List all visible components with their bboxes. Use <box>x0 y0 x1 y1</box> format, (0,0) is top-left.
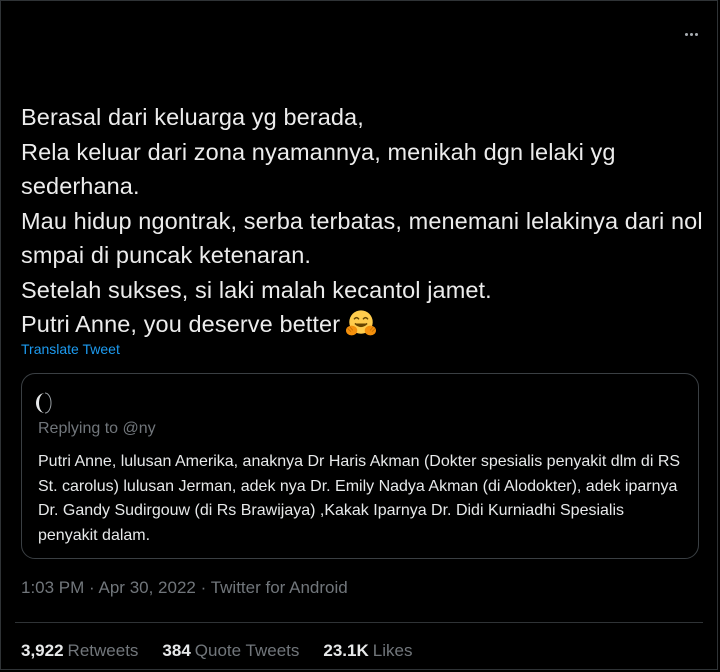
replying-to: Replying to @ny <box>38 420 156 438</box>
tweet-metadata: 1:03 PM · Apr 30, 2022 · Twitter for And… <box>21 578 348 598</box>
divider <box>15 622 703 623</box>
tweet-stats: 3,922 Retweets 384 Quote Tweets 23.1K Likes <box>21 641 412 661</box>
meta-separator: · <box>200 578 207 597</box>
retweets-count: 3,922 <box>21 641 64 660</box>
likes-stat[interactable]: 23.1K Likes <box>323 641 412 661</box>
hugging-face-emoji <box>346 310 377 336</box>
tweet-body: Berasal dari keluarga yg berada, Rela ke… <box>21 100 711 342</box>
quoted-tweet-card[interactable]: Replying to @ny Putri Anne, lulusan Amer… <box>21 373 699 559</box>
tweet-time[interactable]: 1:03 PM <box>21 578 84 597</box>
quote-tweets-count: 384 <box>162 641 191 660</box>
likes-count: 23.1K <box>323 641 369 660</box>
quote-tweets-label: Quote Tweets <box>194 641 300 660</box>
likes-label: Likes <box>372 641 413 660</box>
replying-handle[interactable]: @ny <box>123 420 156 437</box>
meta-separator: · <box>89 578 95 597</box>
more-options-icon[interactable] <box>679 25 703 43</box>
replying-prefix: Replying to <box>38 420 119 437</box>
quoted-avatar <box>36 392 52 414</box>
quote-tweets-stat[interactable]: 384 Quote Tweets <box>162 641 299 661</box>
tweet-container: Berasal dari keluarga yg berada, Rela ke… <box>0 0 718 670</box>
tweet-date[interactable]: Apr 30, 2022 <box>99 578 196 597</box>
retweets-label: Retweets <box>67 641 139 660</box>
translate-tweet-link[interactable]: Translate Tweet <box>21 341 120 357</box>
retweets-stat[interactable]: 3,922 Retweets <box>21 641 138 661</box>
quoted-tweet-text: Putri Anne, lulusan Amerika, anaknya Dr … <box>38 453 681 544</box>
tweet-source[interactable]: Twitter for Android <box>211 578 348 597</box>
tweet-text: Berasal dari keluarga yg berada, Rela ke… <box>21 104 703 337</box>
